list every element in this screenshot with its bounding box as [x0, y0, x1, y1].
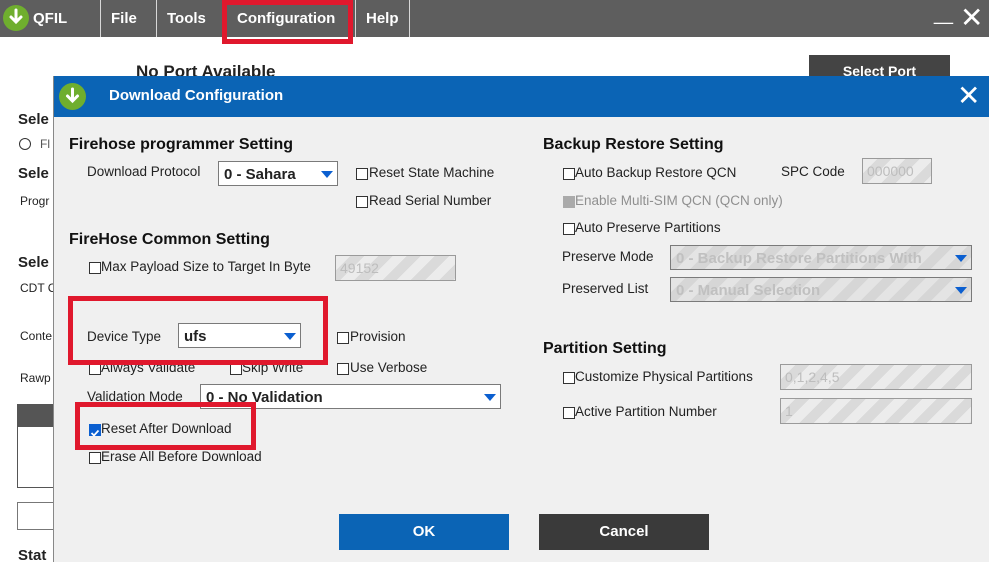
preserved-list-label: Preserved List [562, 281, 649, 296]
max-payload-value: 49152 [340, 260, 379, 276]
reset-after-download-label: Reset After Download [101, 421, 232, 436]
chevron-down-icon [284, 333, 296, 340]
active-partition-input[interactable]: 1 [780, 398, 972, 424]
backup-restore-heading: Backup Restore Setting [543, 136, 724, 153]
device-type-select[interactable]: ufs [178, 323, 301, 348]
erase-all-checkbox[interactable] [89, 452, 101, 464]
erase-all-label: Erase All Before Download [101, 449, 262, 464]
device-type-value: ufs [184, 328, 207, 345]
provision-checkbox[interactable] [337, 332, 349, 344]
preserved-list-select[interactable]: 0 - Manual Selection [670, 277, 972, 302]
customize-physical-input[interactable]: 0,1,2,4,5 [780, 364, 972, 390]
qfil-logo-icon [3, 5, 29, 31]
enable-multi-sim-checkbox[interactable] [563, 196, 575, 208]
preserved-list-value: 0 - Manual Selection [676, 282, 821, 299]
chevron-down-icon [321, 171, 333, 178]
menu-file[interactable]: File [100, 0, 147, 37]
validation-mode-label: Validation Mode [87, 389, 183, 404]
bg-label-fragment: Progr [20, 194, 50, 208]
chevron-down-icon [955, 255, 967, 262]
bg-radio[interactable] [19, 138, 31, 150]
firehose-programmer-heading: Firehose programmer Setting [69, 136, 294, 153]
menu-configuration[interactable]: Configuration [226, 0, 345, 37]
app-title-bar: QFIL File Tools Configuration Help _ ✕ [0, 0, 989, 37]
download-protocol-value: 0 - Sahara [224, 166, 296, 183]
bg-label-fragment: Rawp [20, 371, 51, 385]
auto-backup-restore-label: Auto Backup Restore QCN [575, 165, 737, 180]
bg-label-fragment: Conte [20, 329, 53, 343]
download-protocol-label: Download Protocol [87, 164, 201, 179]
bg-radio-label: Fl [40, 137, 50, 151]
dialog-close-button[interactable]: ✕ [957, 79, 980, 112]
preserve-mode-select[interactable]: 0 - Backup Restore Partitions With [670, 245, 972, 270]
bg-section-fragment: Sele [18, 165, 49, 182]
customize-physical-value: 0,1,2,4,5 [785, 369, 840, 385]
bg-table [17, 404, 57, 488]
always-validate-checkbox[interactable] [89, 363, 101, 375]
reset-state-machine-checkbox[interactable] [356, 168, 368, 180]
spc-code-label: SPC Code [781, 164, 845, 179]
dialog-title: Download Configuration [109, 87, 284, 104]
use-verbose-label: Use Verbose [350, 360, 428, 375]
customize-physical-label: Customize Physical Partitions [575, 369, 753, 384]
preserve-mode-value: 0 - Backup Restore Partitions With [676, 250, 922, 267]
reset-after-download-checkbox[interactable] [89, 424, 101, 437]
spc-code-value: 000000 [867, 163, 914, 179]
max-payload-label: Max Payload Size to Target In Byte [101, 259, 311, 274]
auto-preserve-label: Auto Preserve Partitions [575, 220, 721, 235]
auto-backup-restore-checkbox[interactable] [563, 168, 575, 180]
checkmark-icon [90, 429, 100, 437]
max-payload-checkbox[interactable] [89, 262, 101, 274]
use-verbose-checkbox[interactable] [337, 363, 349, 375]
provision-label: Provision [350, 329, 406, 344]
active-partition-checkbox[interactable] [563, 407, 575, 419]
bg-status-fragment: Stat [18, 547, 47, 564]
dialog-title-bar: Download Configuration ✕ [54, 76, 989, 117]
app-name: QFIL [33, 10, 68, 27]
bg-table-header [18, 405, 56, 427]
max-payload-input[interactable]: 49152 [335, 255, 456, 281]
reset-state-machine-label: Reset State Machine [369, 165, 495, 180]
app-close-button[interactable]: ✕ [960, 1, 983, 34]
bg-label-fragment: CDT C [20, 281, 57, 295]
firehose-common-heading: FireHose Common Setting [69, 231, 270, 248]
chevron-down-icon [955, 287, 967, 294]
skip-write-checkbox[interactable] [230, 363, 242, 375]
bg-input[interactable] [17, 502, 57, 530]
active-partition-label: Active Partition Number [575, 404, 717, 419]
spc-code-input[interactable]: 000000 [862, 158, 932, 184]
partition-heading: Partition Setting [543, 340, 667, 357]
minimize-button[interactable]: _ [934, 0, 953, 29]
cancel-button[interactable]: Cancel [539, 514, 709, 550]
download-icon [59, 83, 86, 110]
always-validate-label: Always Validate [101, 360, 196, 375]
chevron-down-icon [484, 394, 496, 401]
bg-section-fragment: Sele [18, 111, 49, 128]
download-protocol-select[interactable]: 0 - Sahara [218, 161, 338, 186]
active-partition-value: 1 [785, 403, 793, 419]
validation-mode-value: 0 - No Validation [206, 389, 323, 406]
select-port-button[interactable]: Select Port [809, 55, 950, 77]
preserve-mode-label: Preserve Mode [562, 249, 654, 264]
bg-section-fragment: Sele [18, 254, 49, 271]
menu-help[interactable]: Help [355, 0, 410, 37]
ok-button[interactable]: OK [339, 514, 509, 550]
read-serial-number-checkbox[interactable] [356, 196, 368, 208]
device-type-label: Device Type [87, 329, 162, 344]
read-serial-number-label: Read Serial Number [369, 193, 492, 208]
customize-physical-checkbox[interactable] [563, 372, 575, 384]
validation-mode-select[interactable]: 0 - No Validation [200, 384, 501, 409]
download-configuration-dialog: Download Configuration ✕ Firehose progra… [53, 76, 989, 562]
enable-multi-sim-label: Enable Multi-SIM QCN (QCN only) [575, 193, 783, 208]
auto-preserve-checkbox[interactable] [563, 223, 575, 235]
skip-write-label: Skip Write [242, 360, 304, 375]
menu-tools[interactable]: Tools [156, 0, 216, 37]
